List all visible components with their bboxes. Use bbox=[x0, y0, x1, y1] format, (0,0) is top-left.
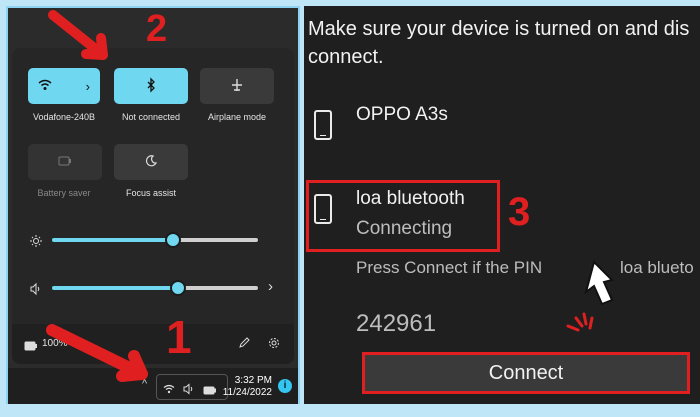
airplane-mode-tile[interactable] bbox=[200, 68, 274, 104]
bluetooth-tile[interactable] bbox=[114, 68, 188, 104]
pointer-cursor-icon bbox=[566, 260, 614, 332]
airplane-icon bbox=[230, 78, 244, 95]
wifi-icon bbox=[38, 79, 52, 94]
tile-label-bluetooth: Not connected bbox=[121, 112, 181, 122]
wifi-icon bbox=[163, 381, 175, 399]
tile-label-airplane: Airplane mode bbox=[207, 112, 267, 122]
wifi-tile[interactable]: › bbox=[28, 68, 100, 104]
device-name: OPPO A3s bbox=[356, 104, 448, 125]
pin-code: 242961 bbox=[356, 310, 437, 337]
system-tray-network-volume-battery[interactable] bbox=[156, 374, 228, 400]
annotation-number-3: 3 bbox=[508, 190, 531, 234]
taskbar-clock[interactable]: 3:32 PM 11/24/2022 bbox=[223, 375, 272, 399]
volume-slider[interactable] bbox=[52, 280, 258, 296]
intro-text-line2: connect. bbox=[308, 46, 384, 68]
battery-saver-icon bbox=[58, 156, 72, 169]
brightness-slider[interactable] bbox=[52, 232, 258, 248]
brightness-icon bbox=[30, 234, 42, 252]
annotation-arrow-2 bbox=[48, 10, 108, 60]
notification-badge[interactable]: i bbox=[278, 379, 292, 393]
annotation-number-2: 2 bbox=[146, 8, 168, 50]
phone-icon bbox=[314, 194, 332, 224]
volume-knob[interactable] bbox=[170, 280, 186, 296]
tile-label-wifi: Vodafone-240B bbox=[32, 112, 96, 122]
focus-assist-tile[interactable] bbox=[114, 144, 188, 180]
battery-icon bbox=[203, 382, 217, 400]
phone-icon bbox=[314, 110, 332, 140]
chevron-right-icon[interactable]: › bbox=[268, 278, 273, 295]
brightness-knob[interactable] bbox=[165, 232, 181, 248]
pin-prompt: Press Connect if the PIN bbox=[356, 258, 543, 277]
tile-label-focus-assist: Focus assist bbox=[125, 188, 176, 198]
connect-button[interactable]: Connect bbox=[362, 352, 690, 394]
intro-text-line1: Make sure your device is turned on and d… bbox=[308, 18, 690, 40]
device-list-item[interactable]: loa bluetooth Connecting bbox=[304, 184, 494, 248]
annotation-arrow-1 bbox=[46, 324, 148, 382]
quick-settings-panel: › Vodafone-240B Not connected Airplane m… bbox=[12, 48, 294, 364]
battery-icon bbox=[24, 338, 38, 356]
clock-date: 11/24/2022 bbox=[222, 387, 272, 398]
bluetooth-icon bbox=[146, 76, 156, 95]
pin-prompt-tail: loa blueto bbox=[620, 258, 694, 277]
edit-icon[interactable] bbox=[238, 336, 250, 354]
annotation-number-1: 1 bbox=[166, 311, 192, 363]
device-list-item[interactable]: OPPO A3s bbox=[304, 102, 700, 148]
bluetooth-pairing-dialog: Make sure your device is turned on and d… bbox=[304, 6, 700, 404]
settings-gear-icon[interactable] bbox=[268, 336, 280, 354]
device-status: Connecting bbox=[356, 218, 453, 239]
moon-icon bbox=[145, 154, 158, 170]
volume-icon bbox=[30, 282, 42, 300]
volume-icon bbox=[183, 381, 195, 399]
tile-label-battery-saver: Battery saver bbox=[37, 188, 91, 198]
battery-saver-tile[interactable] bbox=[28, 144, 102, 180]
device-name: loa bluetooth bbox=[356, 188, 465, 209]
clock-time: 3:32 PM bbox=[234, 375, 272, 386]
chevron-right-icon[interactable]: › bbox=[86, 79, 90, 94]
quick-settings-screenshot: › Vodafone-240B Not connected Airplane m… bbox=[6, 6, 300, 404]
